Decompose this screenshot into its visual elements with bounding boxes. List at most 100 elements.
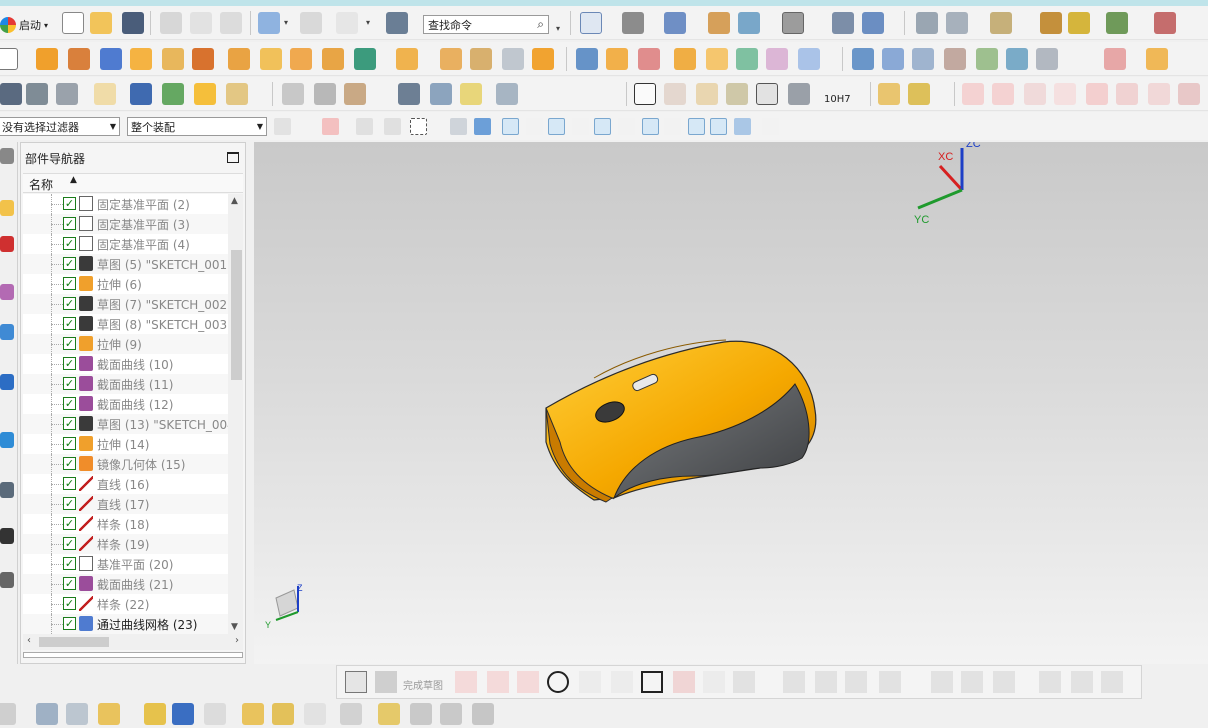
selection-icon[interactable]	[1106, 12, 1128, 34]
pattern-feature-icon[interactable]	[228, 48, 250, 70]
tree-row[interactable]: ✓ 拉伸 (6)	[23, 274, 228, 294]
table-icon[interactable]	[56, 83, 78, 105]
move-object-icon[interactable]	[832, 12, 854, 34]
intersection-curve-icon[interactable]	[1148, 83, 1170, 105]
swept-icon[interactable]	[912, 48, 934, 70]
reuse-library-tab-icon[interactable]	[0, 324, 14, 340]
visibility-checkbox[interactable]: ✓	[63, 577, 76, 590]
quick-extend-icon[interactable]	[815, 671, 837, 693]
render-style-icon[interactable]	[622, 12, 644, 34]
fillet-tool-icon[interactable]	[1054, 83, 1076, 105]
delete-face-icon[interactable]	[736, 48, 758, 70]
command-finder-icon[interactable]	[386, 12, 408, 34]
section-view-icon[interactable]	[726, 83, 748, 105]
datum-csys-icon[interactable]	[0, 83, 22, 105]
ruled-surface-icon[interactable]	[882, 48, 904, 70]
tree-row[interactable]: ✓ 镜像几何体 (15)	[23, 454, 228, 474]
dimension-icon[interactable]	[1154, 12, 1176, 34]
select-type-icon[interactable]	[322, 118, 339, 135]
visibility-checkbox[interactable]: ✓	[63, 257, 76, 270]
spline-tool-icon[interactable]	[1024, 83, 1046, 105]
settings-icon[interactable]	[0, 148, 14, 164]
thicken-icon[interactable]	[606, 48, 628, 70]
combine-icon[interactable]	[260, 48, 282, 70]
trim-body-icon[interactable]	[396, 48, 418, 70]
circle-icon[interactable]	[547, 671, 569, 693]
new-component-icon[interactable]	[98, 703, 120, 725]
tree-row[interactable]: ✓ 拉伸 (14)	[23, 434, 228, 454]
line-icon[interactable]	[487, 671, 509, 693]
scroll-down-icon[interactable]: ▼	[231, 622, 238, 632]
show-hide-icon[interactable]	[862, 12, 884, 34]
redo-icon[interactable]	[300, 12, 322, 34]
chamfer-icon[interactable]	[611, 671, 633, 693]
assembly-navigator-tab-icon[interactable]	[0, 236, 14, 252]
face-icon[interactable]	[474, 118, 491, 135]
visibility-checkbox[interactable]: ✓	[63, 397, 76, 410]
horizontal-scrollbar[interactable]: ‹ ›	[23, 634, 243, 650]
snap-endpoint-icon[interactable]	[502, 118, 519, 135]
quick-trim-icon[interactable]	[783, 671, 805, 693]
constraint-navigator-tab-icon[interactable]	[0, 284, 14, 300]
composite-curve-icon[interactable]	[1178, 83, 1200, 105]
visibility-checkbox[interactable]: ✓	[63, 277, 76, 290]
trim-sheet-icon[interactable]	[1104, 48, 1126, 70]
role-tab-icon[interactable]	[0, 572, 14, 588]
scroll-up-icon[interactable]: ▲	[231, 196, 238, 206]
select-all-icon[interactable]	[356, 118, 373, 135]
studio-surface-icon[interactable]	[944, 48, 966, 70]
tree-row[interactable]: ✓ 截面曲线 (11)	[23, 374, 228, 394]
open-folder-icon[interactable]	[90, 12, 112, 34]
n-sided-surface-icon[interactable]	[976, 48, 998, 70]
visibility-checkbox[interactable]: ✓	[63, 437, 76, 450]
assembly-structure-icon[interactable]	[36, 703, 58, 725]
curve-icon[interactable]	[282, 83, 304, 105]
block-tool-icon[interactable]	[100, 48, 122, 70]
assembly-constraints-icon[interactable]	[172, 703, 194, 725]
tree-row[interactable]: ✓ 固定基准平面 (2)	[23, 194, 228, 214]
tree-row[interactable]: ✓ 样条 (22)	[23, 594, 228, 614]
snap-perpendicular-icon[interactable]	[618, 118, 635, 135]
paste-icon[interactable]	[220, 12, 242, 34]
cut-icon[interactable]	[160, 12, 182, 34]
search-icon[interactable]: ⌕	[537, 17, 544, 32]
rapid-dimension-icon[interactable]	[879, 671, 901, 693]
offset-curve-icon[interactable]	[1086, 83, 1108, 105]
visibility-checkbox[interactable]: ✓	[63, 317, 76, 330]
spring-icon[interactable]	[430, 83, 452, 105]
background-color-icon[interactable]	[782, 12, 804, 34]
column-header-name[interactable]: 名称 ▲	[23, 173, 243, 193]
convert-reference-icon[interactable]	[1071, 671, 1093, 693]
web-browser-tab-icon[interactable]	[0, 374, 14, 390]
extend-sheet-icon[interactable]	[1146, 48, 1168, 70]
save-icon[interactable]	[122, 12, 144, 34]
chevron-down-icon[interactable]: ▾	[366, 18, 370, 27]
scroll-thumb[interactable]	[231, 250, 242, 380]
model-canvas[interactable]: XC ZC YC Z Y	[254, 142, 1208, 664]
auto-constrain-icon[interactable]	[993, 671, 1015, 693]
project-curve-icon[interactable]	[1116, 83, 1138, 105]
wcs-icon[interactable]	[738, 12, 760, 34]
solid-body-icon[interactable]	[450, 118, 467, 135]
note-icon[interactable]	[94, 83, 116, 105]
vertical-scrollbar[interactable]: ▲ ▼	[228, 194, 243, 634]
details-pane-divider[interactable]	[23, 652, 243, 658]
offset-face-icon[interactable]	[576, 48, 598, 70]
pattern-component-icon[interactable]	[242, 703, 264, 725]
scroll-left-icon[interactable]: ‹	[27, 635, 31, 646]
title-block-icon[interactable]	[756, 83, 778, 105]
unite-icon[interactable]	[322, 48, 344, 70]
filter-grid-icon[interactable]	[762, 118, 779, 135]
visibility-checkbox[interactable]: ✓	[63, 557, 76, 570]
inspect-icon[interactable]	[1068, 12, 1090, 34]
shell-icon[interactable]	[440, 48, 462, 70]
extrude-tool-icon[interactable]	[36, 48, 58, 70]
scale-body-icon[interactable]	[638, 48, 660, 70]
snap-intersection-icon[interactable]	[548, 118, 565, 135]
exploded-view-icon[interactable]	[272, 703, 294, 725]
cone-tool-icon[interactable]	[162, 48, 184, 70]
surface-analysis-icon[interactable]	[314, 83, 336, 105]
resize-blend-icon[interactable]	[766, 48, 788, 70]
orient-view-icon[interactable]	[664, 12, 686, 34]
assembly-scope-dropdown[interactable]: 整个装配 ▼	[127, 117, 267, 136]
